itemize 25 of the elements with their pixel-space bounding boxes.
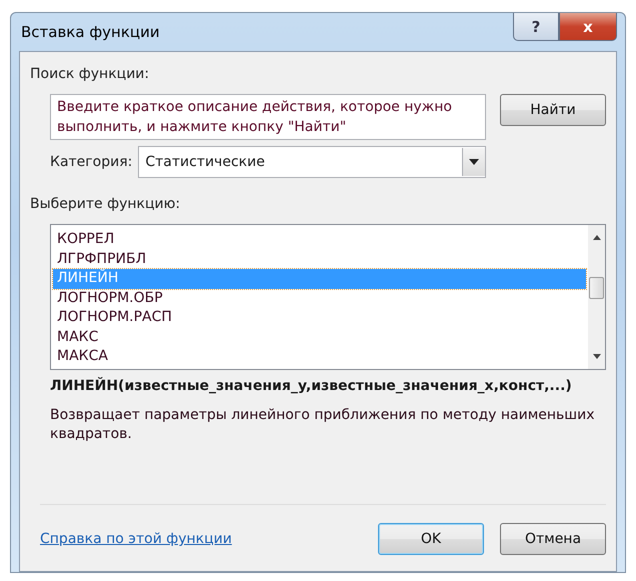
cancel-button[interactable]: Отмена: [500, 523, 606, 555]
scroll-thumb[interactable]: [589, 277, 604, 299]
ok-button[interactable]: OK: [378, 523, 484, 555]
dropdown-arrow-icon: [469, 159, 479, 165]
help-link[interactable]: Справка по этой функции: [40, 531, 362, 547]
function-item[interactable]: МАКСА: [53, 347, 586, 366]
scroll-up-icon: [592, 235, 600, 240]
function-item[interactable]: КОРРЕЛ: [53, 230, 586, 250]
function-list-label: Выберите функцию:: [30, 196, 182, 212]
window-title: Вставка функции: [21, 23, 161, 41]
find-button[interactable]: Найти: [500, 94, 606, 126]
function-signature: ЛИНЕЙН(известные_значения_y,известные_значения_x,конст,...): [50, 378, 573, 394]
function-item[interactable]: ЛГРФПРИБЛ: [53, 250, 586, 269]
scrollbar[interactable]: [588, 225, 605, 369]
search-field[interactable]: Введите краткое описание действия, которое нужно выполнить, и нажмите кнопку "Найти": [50, 94, 486, 140]
function-description: Возвращает параметры линейного приближения по методу наименьших квадратов.: [50, 406, 596, 444]
scroll-down-icon: [592, 354, 600, 359]
help-button[interactable]: ?: [513, 13, 559, 41]
search-label: Поиск функции:: [30, 66, 150, 82]
category-dropdown[interactable]: Статистические: [138, 146, 486, 178]
close-button[interactable]: x: [559, 13, 617, 41]
function-item[interactable]: МАКС: [53, 328, 586, 347]
function-item[interactable]: ЛОГНОРМ.РАСП: [53, 308, 586, 328]
function-item[interactable]: ЛОГНОРМ.ОБР: [53, 288, 586, 308]
category-label: Категория:: [50, 154, 132, 170]
